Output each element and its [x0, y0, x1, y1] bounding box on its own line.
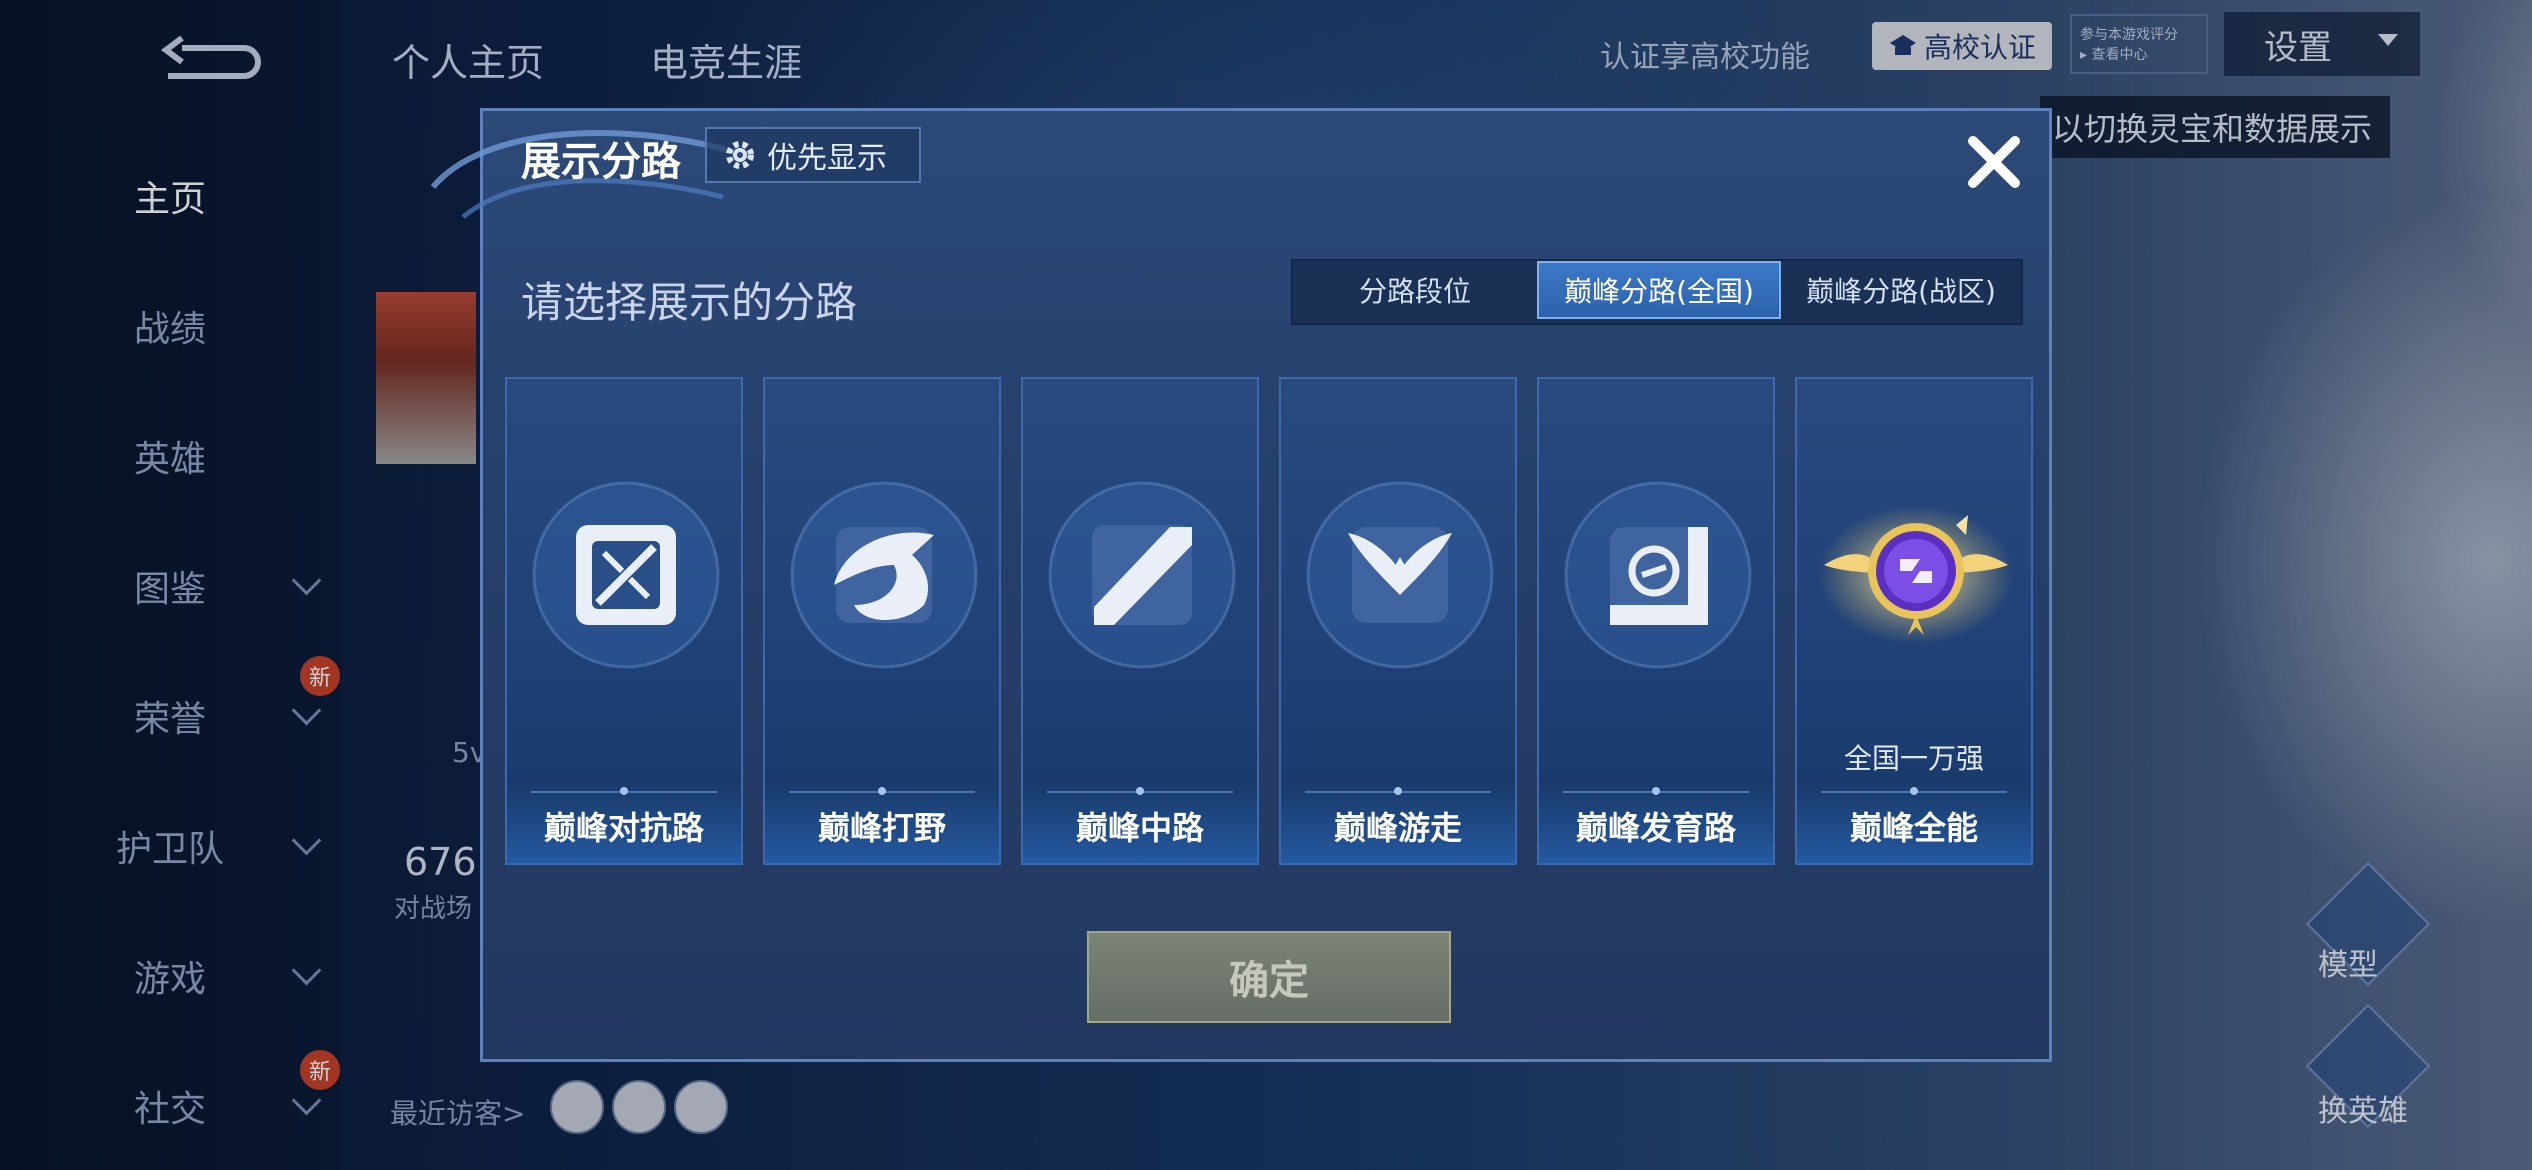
gear-icon — [726, 141, 754, 169]
card-divider — [1821, 791, 2007, 793]
priority-display-label: 优先显示 — [767, 141, 887, 176]
farm-lane-icon — [1564, 481, 1752, 669]
card-divider — [789, 791, 975, 793]
card-divider — [1047, 791, 1233, 793]
card-divider-dot — [878, 787, 886, 795]
tab-lane-rank[interactable]: 分路段位 — [1293, 261, 1537, 319]
dialog-subtitle: 请选择展示的分路 — [521, 278, 858, 327]
lane-card-mid[interactable]: 巅峰中路 — [1021, 377, 1259, 865]
card-divider-dot — [1652, 787, 1660, 795]
lane-card-label: 巅峰对抗路 — [543, 809, 704, 847]
card-divider-dot — [620, 787, 628, 795]
dialog-title: 展示分路 — [521, 139, 681, 185]
allround-emblem-icon — [1818, 505, 2014, 645]
tab-peak-national[interactable]: 巅峰分路(全国) — [1537, 261, 1781, 319]
lane-card-label: 巅峰游走 — [1333, 809, 1462, 847]
card-divider-dot — [1394, 787, 1402, 795]
lane-card-label: 巅峰全能 — [1849, 809, 1978, 847]
lane-display-dialog: 展示分路 优先显示 请选择展示的分路 分路段位 巅峰分路(全国) 巅峰分路(战区… — [430, 108, 2052, 1062]
lane-card-roam[interactable]: 巅峰游走 — [1279, 377, 1517, 865]
card-divider — [1305, 791, 1491, 793]
lane-card-label: 巅峰发育路 — [1575, 809, 1736, 847]
mid-lane-icon — [1048, 481, 1236, 669]
card-divider — [531, 791, 717, 793]
rank-text: 全国一万强 — [1843, 742, 1984, 775]
lane-card-clash[interactable]: 巅峰对抗路 — [505, 377, 743, 865]
card-divider-dot — [1910, 787, 1918, 795]
lane-card-allround[interactable]: 全国一万强 巅峰全能 — [1795, 377, 2033, 865]
roam-wings-icon — [1306, 481, 1494, 669]
lane-card-label: 巅峰中路 — [1075, 809, 1204, 847]
lane-card-jungle[interactable]: 巅峰打野 — [763, 377, 1001, 865]
confirm-button[interactable]: 确定 — [1087, 931, 1451, 1023]
lane-card-farm[interactable]: 巅峰发育路 — [1537, 377, 1775, 865]
close-icon[interactable] — [1953, 121, 2035, 203]
tab-peak-region[interactable]: 巅峰分路(战区) — [1781, 261, 2021, 319]
lane-card-list: 巅峰对抗路 巅峰打野 巅峰中路 巅峰游走 巅峰发育路 全国一万强 巅峰全能 — [505, 377, 2033, 865]
lane-card-label: 巅峰打野 — [817, 809, 946, 847]
jungle-dragon-icon — [790, 481, 978, 669]
lane-scope-tabs: 分路段位 巅峰分路(全国) 巅峰分路(战区) — [1291, 259, 2023, 325]
card-divider-dot — [1136, 787, 1144, 795]
clash-lane-icon — [532, 481, 720, 669]
card-divider — [1563, 791, 1749, 793]
priority-display-button[interactable]: 优先显示 — [705, 127, 921, 183]
